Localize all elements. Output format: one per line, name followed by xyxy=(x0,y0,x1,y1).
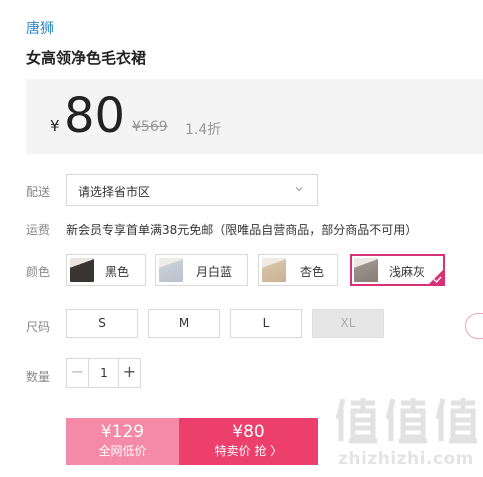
original-price: ¥569 xyxy=(132,119,168,135)
size-option-xl: XL xyxy=(312,309,384,338)
decrement-button[interactable]: − xyxy=(67,359,89,387)
watermark-logo-glyph xyxy=(435,398,477,444)
color-label: 颜色 xyxy=(26,265,51,279)
watermark-logo-glyph xyxy=(335,398,377,444)
color-option-light-gray[interactable]: 浅麻灰 xyxy=(350,254,445,286)
watermark: zhizhizhi.com xyxy=(335,395,483,477)
region-select[interactable]: 请选择省市区 xyxy=(66,174,318,206)
size-option-m[interactable]: M xyxy=(148,309,220,338)
color-option-moon-blue[interactable]: 月白蓝 xyxy=(155,254,248,286)
all-network-price-button[interactable]: ¥129 全网低价 xyxy=(66,418,179,465)
quantity-stepper: − 1 + xyxy=(66,358,141,388)
color-option-label: 杏色 xyxy=(300,265,325,279)
color-thumbnail xyxy=(262,258,286,282)
size-label: 尺码 xyxy=(26,320,51,334)
shipping-info: 新会员专享首单满38元免邮（限唯品自营商品，部分商品不可用） xyxy=(66,223,418,237)
special-price-label: 特卖价 抢 〉 xyxy=(214,444,283,458)
all-network-price: ¥129 xyxy=(100,422,145,442)
product-title: 女高领净色毛衣裙 xyxy=(26,49,147,67)
shipping-label: 运费 xyxy=(26,223,51,237)
watermark-logo-glyph xyxy=(385,398,427,444)
size-guide-pill[interactable] xyxy=(465,313,483,339)
current-price: 80 xyxy=(64,88,126,144)
increment-button[interactable]: + xyxy=(118,359,140,387)
color-option-label: 月白蓝 xyxy=(196,265,233,279)
discount-label: 1.4折 xyxy=(185,122,222,138)
all-network-label: 全网低价 xyxy=(98,444,147,458)
region-select-value: 请选择省市区 xyxy=(78,185,151,199)
size-option-s[interactable]: S xyxy=(66,309,138,338)
color-thumbnail xyxy=(159,258,183,282)
brand-link[interactable]: 唐狮 xyxy=(26,18,54,38)
size-option-l[interactable]: L xyxy=(230,309,302,338)
color-option-black[interactable]: 黑色 xyxy=(66,254,146,286)
color-option-label: 黑色 xyxy=(105,265,130,279)
check-icon xyxy=(433,276,442,283)
color-thumbnail xyxy=(354,258,378,282)
quantity-input[interactable]: 1 xyxy=(89,359,119,387)
price-panel: ¥ 80 ¥569 1.4折 xyxy=(26,79,483,154)
special-price-buy-button[interactable]: ¥80 特卖价 抢 〉 xyxy=(179,418,318,465)
special-price: ¥80 xyxy=(232,422,265,442)
color-option-label: 浅麻灰 xyxy=(389,265,426,279)
chevron-down-icon xyxy=(295,187,303,192)
watermark-text: zhizhizhi.com xyxy=(338,449,474,469)
currency-symbol: ¥ xyxy=(50,117,60,135)
quantity-label: 数量 xyxy=(26,370,51,384)
delivery-label: 配送 xyxy=(26,185,51,199)
color-option-apricot[interactable]: 杏色 xyxy=(258,254,338,286)
color-thumbnail xyxy=(70,258,94,282)
